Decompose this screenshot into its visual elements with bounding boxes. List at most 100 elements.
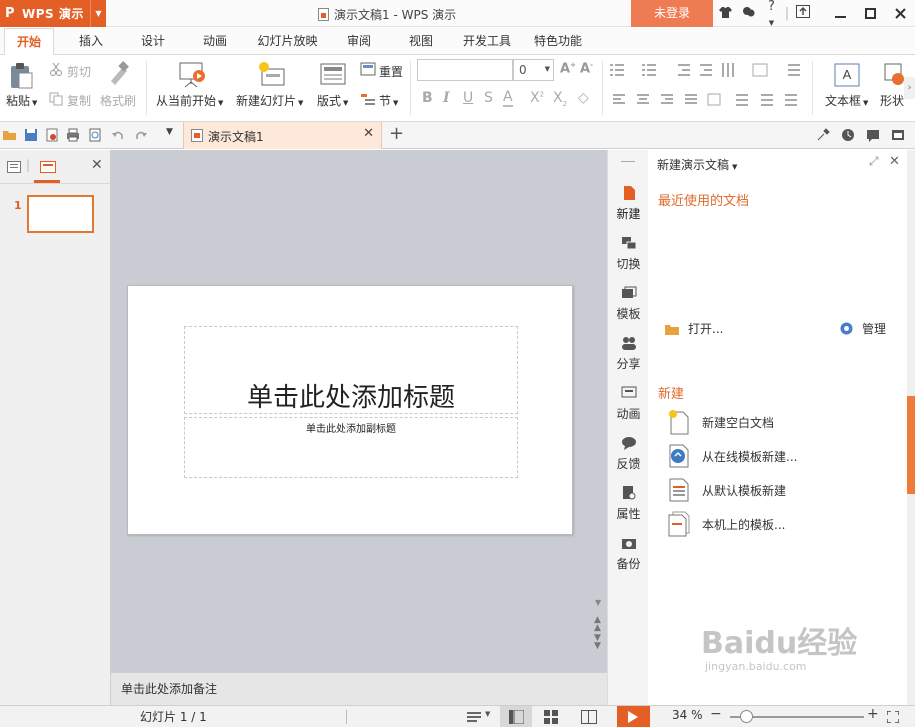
close-panel-icon[interactable]: ✕ bbox=[91, 157, 103, 173]
notes-pane[interactable]: 单击此处添加备注 bbox=[111, 672, 607, 705]
alignment-icons[interactable] bbox=[613, 93, 803, 107]
copy-button[interactable]: 复制 bbox=[67, 92, 91, 109]
tab-animation[interactable]: 动画 bbox=[190, 28, 240, 55]
tab-insert[interactable]: 插入 bbox=[66, 28, 116, 55]
new-tab-icon[interactable]: + bbox=[389, 123, 404, 144]
window-icon[interactable] bbox=[891, 128, 905, 142]
new-slide-button[interactable]: 新建幻灯片 ▼ bbox=[236, 92, 303, 109]
customize-dropdown-icon[interactable]: ▼ bbox=[166, 127, 173, 137]
sidebar-item-feedback[interactable]: 反馈 bbox=[608, 436, 649, 472]
document-tab[interactable]: 演示文稿1 ✕ bbox=[183, 122, 382, 149]
comment-icon[interactable] bbox=[866, 128, 880, 142]
play-slideshow-button[interactable] bbox=[617, 706, 650, 727]
help-icon[interactable]: ?▼ bbox=[760, 0, 783, 29]
reading-view-icon[interactable] bbox=[581, 710, 597, 724]
underline-icon[interactable]: U bbox=[463, 90, 473, 106]
format-painter-button[interactable]: 格式刷 bbox=[100, 92, 136, 109]
login-button[interactable]: 未登录 bbox=[631, 0, 713, 27]
font-name-combo[interactable] bbox=[417, 59, 513, 81]
sidebar-item-switch[interactable]: 切换 bbox=[608, 236, 649, 272]
bold-icon[interactable]: B bbox=[422, 90, 433, 106]
pane-edge-scroll[interactable] bbox=[907, 150, 915, 705]
zoom-slider-knob[interactable] bbox=[740, 710, 753, 723]
subtitle-placeholder[interactable]: 单击此处添加副标题 bbox=[184, 417, 518, 478]
new-blank-document[interactable]: 新建空白文档 bbox=[668, 409, 774, 435]
outline-view-icon[interactable] bbox=[7, 161, 21, 173]
print-preview-icon[interactable] bbox=[88, 128, 102, 142]
paste-button[interactable]: 粘贴 ▼ bbox=[6, 92, 37, 109]
shirt-icon[interactable] bbox=[714, 6, 737, 22]
reset-button[interactable]: 重置 bbox=[379, 63, 403, 80]
sidebar-item-properties[interactable]: 属性 bbox=[608, 486, 649, 522]
maximize-icon[interactable] bbox=[855, 0, 885, 27]
print-icon[interactable] bbox=[66, 128, 80, 142]
chevron-down-icon[interactable]: ▼ bbox=[485, 710, 490, 718]
sidebar-item-template[interactable]: 模板 bbox=[608, 286, 649, 322]
scroll-down-icon[interactable]: ▼ bbox=[595, 598, 601, 607]
previous-slide-icon[interactable]: ▲ ▲ bbox=[594, 616, 601, 633]
tools-icon[interactable] bbox=[816, 128, 830, 142]
normal-view-button[interactable] bbox=[500, 706, 532, 727]
slides-view-icon[interactable] bbox=[40, 161, 56, 173]
close-icon[interactable] bbox=[885, 0, 915, 27]
slide[interactable]: 单击此处添加标题 单击此处添加副标题 bbox=[127, 285, 573, 535]
clear-format-icon[interactable]: ◇ bbox=[578, 90, 589, 106]
slide-sorter-icon[interactable] bbox=[544, 710, 559, 724]
undock-icon[interactable]: ⤢ bbox=[869, 154, 879, 169]
tab-features[interactable]: 特色功能 bbox=[527, 28, 589, 55]
layout-button[interactable]: 版式 ▼ bbox=[317, 92, 348, 109]
tab-developer[interactable]: 开发工具 bbox=[456, 28, 518, 55]
app-menu-button[interactable]: P WPS 演示 ▼ bbox=[0, 0, 106, 27]
shrink-font-icon[interactable]: A- bbox=[580, 61, 593, 76]
vertical-scrollbar[interactable]: ▼ ▲ ▲ ▼ ▼ bbox=[591, 150, 607, 672]
minimize-icon[interactable] bbox=[825, 0, 855, 27]
new-from-online-template[interactable]: 从在线模板新建... bbox=[668, 443, 797, 469]
slide-thumbnail[interactable] bbox=[27, 195, 94, 233]
subscript-icon[interactable]: X2 bbox=[553, 90, 567, 108]
paste-icon[interactable] bbox=[8, 62, 34, 93]
tab-view[interactable]: 视图 bbox=[398, 28, 444, 55]
redo-icon[interactable] bbox=[134, 128, 148, 142]
local-templates[interactable]: 本机上的模板... bbox=[668, 511, 785, 537]
chevron-down-icon[interactable]: ▼ bbox=[90, 0, 106, 27]
undo-icon[interactable] bbox=[111, 128, 125, 142]
sidebar-item-backup[interactable]: 备份 bbox=[608, 536, 649, 572]
ribbon-scroll-right-icon[interactable]: › bbox=[904, 77, 915, 99]
textbox-button[interactable]: 文本框 ▼ bbox=[825, 92, 868, 109]
font-color-icon[interactable]: A bbox=[503, 89, 513, 107]
open-link[interactable]: 打开... bbox=[665, 320, 723, 337]
paragraph-list-icons[interactable] bbox=[610, 63, 820, 77]
play-from-current-button[interactable]: 从当前开始 ▼ bbox=[156, 92, 223, 109]
cut-button[interactable]: 剪切 bbox=[67, 63, 91, 80]
shadow-icon[interactable]: S bbox=[484, 90, 493, 106]
export-pdf-icon[interactable] bbox=[45, 128, 59, 142]
sidebar-item-share[interactable]: 分享 bbox=[608, 336, 649, 372]
sidebar-item-new[interactable]: 新建 bbox=[608, 186, 649, 222]
tab-slideshow[interactable]: 幻灯片放映 bbox=[250, 28, 325, 55]
title-placeholder[interactable]: 单击此处添加标题 bbox=[184, 326, 518, 414]
close-tab-icon[interactable]: ✕ bbox=[363, 126, 374, 141]
tab-design[interactable]: 设计 bbox=[128, 28, 178, 55]
clock-icon[interactable] bbox=[841, 128, 855, 142]
manage-link[interactable]: 管理 bbox=[839, 320, 886, 337]
skin-icon[interactable] bbox=[737, 6, 760, 22]
tab-review[interactable]: 审阅 bbox=[336, 28, 382, 55]
task-pane-title[interactable]: 新建演示文稿 ▼ bbox=[657, 156, 737, 173]
next-slide-icon[interactable]: ▼ ▼ bbox=[594, 634, 601, 651]
zoom-out-icon[interactable]: − bbox=[710, 706, 722, 722]
section-button[interactable]: 节 ▼ bbox=[379, 92, 398, 109]
export-icon[interactable] bbox=[791, 5, 814, 22]
open-folder-icon[interactable] bbox=[3, 128, 17, 142]
tab-home[interactable]: 开始 bbox=[4, 28, 54, 55]
shape-button[interactable]: 形状 bbox=[880, 92, 904, 109]
font-size-combo[interactable]: 0 ▼ bbox=[513, 59, 554, 81]
grow-font-icon[interactable]: A+ bbox=[560, 61, 576, 76]
close-pane-icon[interactable]: ✕ bbox=[889, 154, 900, 169]
fit-window-icon[interactable] bbox=[887, 711, 899, 723]
chevron-down-icon[interactable]: ▼ bbox=[545, 65, 550, 73]
new-from-default-template[interactable]: 从默认模板新建 bbox=[668, 477, 786, 503]
italic-icon[interactable]: I bbox=[443, 90, 450, 106]
notes-toggle-icon[interactable] bbox=[467, 711, 481, 723]
superscript-icon[interactable]: X2 bbox=[530, 90, 544, 106]
sidebar-item-animation[interactable]: 动画 bbox=[608, 386, 649, 422]
